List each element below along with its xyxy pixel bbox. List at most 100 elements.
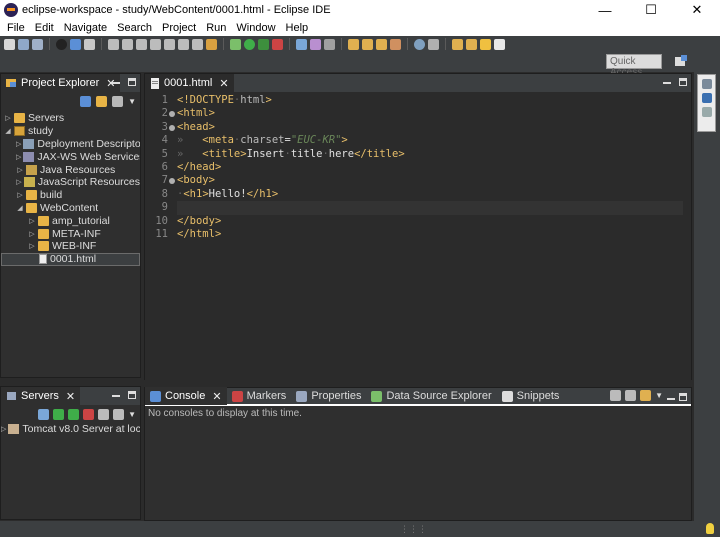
expand-arrow-icon[interactable]: ▷ [28,230,36,238]
code-line[interactable]: 3 <head> [162,121,683,134]
next-annotation-icon[interactable] [452,38,463,50]
code-editor[interactable]: 1 <!DOCTYPE·html> 2 <html> 3 <head> 4 » <meta·c… [145,92,691,381]
pin-console-icon[interactable] [610,390,622,401]
tab-markers[interactable]: Markers [227,387,292,405]
tree-item[interactable]: ▷ amp_tutorial [1,214,140,227]
menu-edit[interactable]: Edit [30,22,59,34]
expand-arrow-icon[interactable]: ▷ [16,166,24,174]
code-line[interactable]: 6 </head> [162,161,683,174]
skip-breakpoints-icon[interactable] [84,38,95,50]
tab-data-source-explorer[interactable]: Data Source Explorer [366,387,496,405]
tab-project-explorer[interactable]: Project Explorer ✕ [1,74,121,92]
back-icon[interactable] [480,38,491,50]
open-perspective-icon[interactable] [672,54,688,69]
minimize-view-icon[interactable] [667,397,675,400]
expand-arrow-icon[interactable]: ▷ [4,114,12,122]
resume-icon[interactable] [108,38,119,50]
close-icon[interactable]: ✕ [212,390,221,403]
close-icon[interactable]: ✕ [66,390,75,403]
open-task-icon[interactable] [362,38,373,50]
tree-item[interactable]: ▷ Deployment Descriptor: s [1,138,140,151]
tree-item[interactable]: ▷ Java Resources [1,163,140,176]
suspend-icon[interactable] [122,38,133,50]
outline-icon[interactable] [701,93,712,103]
tab-servers[interactable]: Servers ✕ [1,387,81,405]
stop-server-icon[interactable] [83,408,95,420]
minimize-view-icon[interactable] [112,82,120,84]
disconnect-icon[interactable] [150,38,161,50]
minimize-view-icon[interactable] [112,395,120,397]
run-icon[interactable] [244,38,255,50]
maximize-button[interactable]: ☐ [628,0,674,20]
open-resource-icon[interactable] [376,38,387,50]
menu-file[interactable]: File [2,22,30,34]
profile-icon[interactable] [56,38,67,50]
code-line[interactable]: 5 » <title>Insert·title·here</title> [162,148,683,161]
open-type-icon[interactable] [348,38,359,50]
code-line[interactable]: 11 </html> [155,228,683,241]
profile-server-icon[interactable] [68,408,80,420]
tree-item[interactable]: ▷ META-INF [1,227,140,240]
server-row[interactable]: ▷ Tomcat v8.0 Server at locall [1,423,140,436]
forward-icon[interactable] [494,38,505,50]
code-line[interactable]: 9 [162,201,683,215]
publish-icon[interactable] [98,408,110,420]
maximize-view-icon[interactable] [128,78,136,86]
external-tools-icon[interactable] [272,38,283,50]
collapse-all-icon[interactable] [80,95,92,107]
focus-icon[interactable] [112,95,124,107]
expand-arrow-icon[interactable]: ▷ [16,140,21,148]
tip-lightbulb-icon[interactable] [706,523,714,534]
step-into-icon[interactable] [164,38,175,50]
menu-window[interactable]: Window [231,22,280,34]
open-console-icon[interactable] [70,38,81,50]
tree-item[interactable]: ▷ WEB-INF [1,240,140,253]
menu-navigate[interactable]: Navigate [59,22,112,34]
save-icon[interactable] [18,38,29,50]
save-all-icon[interactable] [32,38,43,50]
close-window-button[interactable]: ✕ [674,0,720,20]
menu-search[interactable]: Search [112,22,157,34]
tab-console[interactable]: Console ✕ [145,387,227,405]
view-menu-icon[interactable]: ▼ [128,410,136,419]
quick-access-input[interactable]: Quick Access [606,54,662,78]
clean-icon[interactable] [113,408,125,420]
collapse-arrow-icon[interactable]: ◢ [4,127,12,135]
expand-arrow-icon[interactable]: ▷ [16,178,22,186]
search-icon[interactable] [428,38,439,50]
close-icon[interactable]: ✕ [219,77,228,90]
code-line[interactable]: 2 <html> [162,107,683,120]
view-menu-icon[interactable]: ▼ [128,97,136,106]
view-menu-icon[interactable]: ▼ [655,391,663,400]
expand-arrow-icon[interactable]: ▷ [16,153,21,161]
new-icon[interactable] [4,38,15,50]
expand-arrow-icon[interactable]: ▷ [16,191,24,199]
debug-icon[interactable] [230,38,241,50]
code-line[interactable]: 1 <!DOCTYPE·html> [162,94,683,107]
maximize-view-icon[interactable] [128,391,136,399]
run-server-icon[interactable] [258,38,269,50]
terminate-icon[interactable] [136,38,147,50]
open-console-icon[interactable] [640,390,652,401]
restore-icon[interactable] [701,79,712,89]
tree-item[interactable]: ▷ JavaScript Resources [1,176,140,189]
debug-server-icon[interactable] [38,408,50,420]
pencil-icon[interactable] [390,38,401,50]
expand-arrow-icon[interactable]: ▷ [28,242,36,250]
expand-arrow-icon[interactable]: ▷ [28,217,36,225]
tab-editor-0001-html[interactable]: 0001.html ✕ [145,74,234,92]
minimize-editor-icon[interactable] [663,82,671,84]
new-server-icon[interactable] [296,38,307,50]
menu-run[interactable]: Run [201,22,231,34]
display-console-icon[interactable] [625,390,637,401]
code-lines[interactable]: 1 <!DOCTYPE·html> 2 <html> 3 <head> 4 » <meta·c… [155,94,683,241]
collapse-arrow-icon[interactable]: ◢ [16,204,24,212]
tree-item[interactable]: 0001.html [1,252,140,266]
drop-to-frame-icon[interactable] [206,38,217,50]
globe-icon[interactable] [414,38,425,50]
fold-toggle-icon[interactable] [169,124,175,131]
tree-item[interactable]: ◢ WebContent [1,202,140,215]
tree-item[interactable]: ▷ Servers [1,112,140,125]
step-over-icon[interactable] [178,38,189,50]
code-line[interactable]: 8 ·<h1>Hello!</h1> [162,188,683,201]
